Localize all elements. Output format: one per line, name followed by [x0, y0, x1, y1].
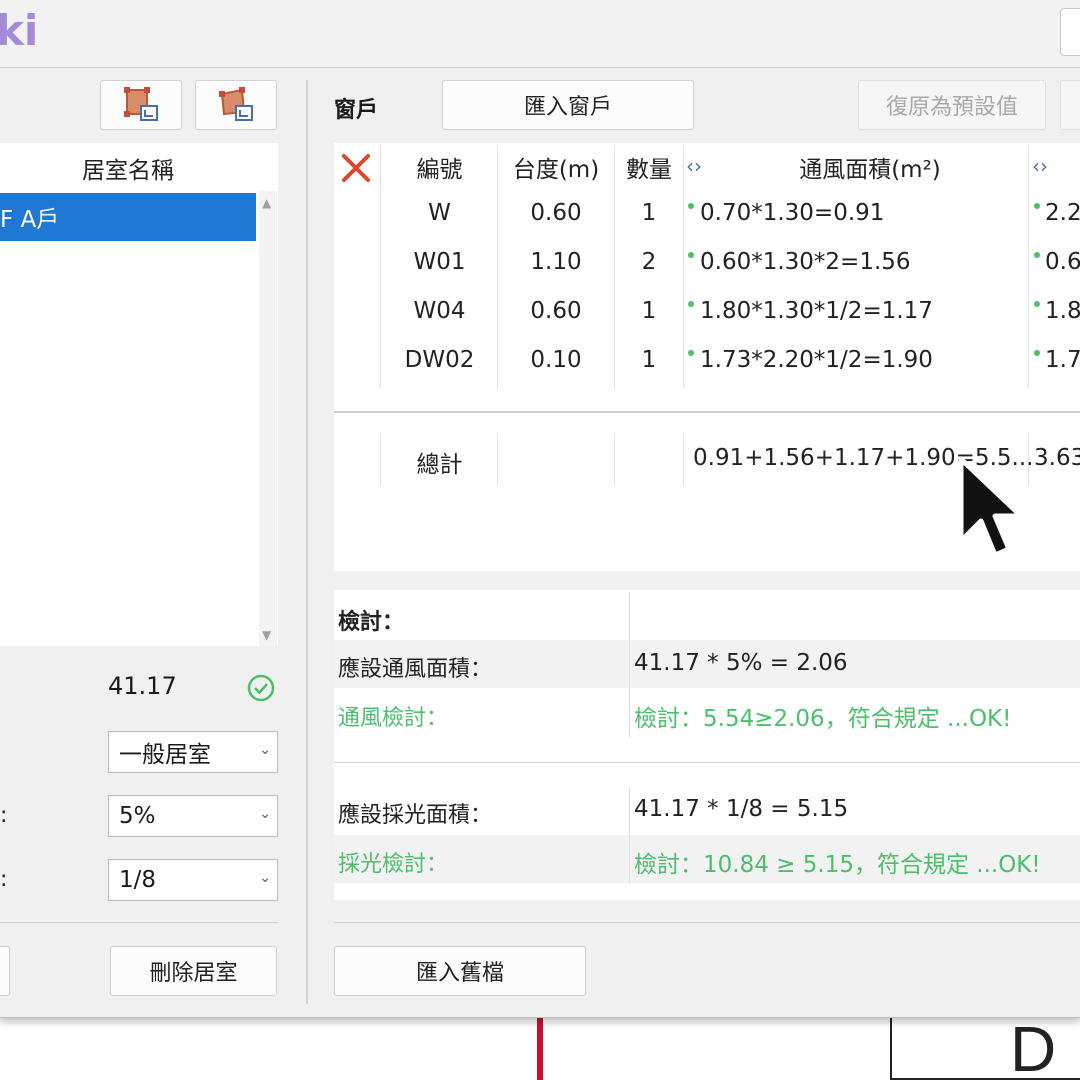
- row-qty: 1: [641, 347, 657, 373]
- review-column-separator: [629, 592, 630, 738]
- import-room-alt-icon: [219, 87, 253, 121]
- edit-marker-icon: [1034, 203, 1040, 209]
- vent-ratio-colon: :: [0, 803, 8, 828]
- app-logo: ki: [0, 6, 39, 55]
- drawing-red-line: [537, 1018, 543, 1080]
- lighting-ratio-select[interactable]: 1/8 ⌄: [108, 859, 278, 901]
- titlebar-button[interactable]: [1060, 8, 1080, 56]
- required-light-value: 41.17 * 1/8 = 5.15: [634, 796, 849, 822]
- total-label: 總計: [416, 452, 463, 478]
- row-sill: 0.60: [530, 200, 582, 226]
- chevron-down-icon: ⌄: [259, 806, 271, 822]
- edit-marker-icon: [688, 203, 694, 209]
- row-vent-formula[interactable]: 1.73*2.20*1/2=1.90: [700, 347, 933, 373]
- column-separator: [683, 433, 684, 485]
- edit-marker-icon: [1034, 301, 1040, 307]
- row-vent-formula[interactable]: 0.70*1.30=0.91: [700, 200, 884, 226]
- edit-marker-icon: [688, 252, 694, 258]
- table-divider: [334, 411, 1080, 413]
- column-separator: [380, 145, 381, 388]
- scroll-down-icon[interactable]: ▼: [262, 628, 271, 642]
- room-list-scrollbar[interactable]: [259, 191, 277, 646]
- ventilation-ratio-value: 5%: [119, 803, 156, 829]
- column-header-quantity[interactable]: 數量: [615, 150, 683, 184]
- review-title: 檢討：: [338, 610, 405, 635]
- room-area-value: 41.17: [108, 672, 177, 700]
- right-divider: [334, 922, 1080, 923]
- row-qty: 1: [641, 298, 657, 324]
- row-next-formula[interactable]: 1.8: [1045, 298, 1080, 324]
- room-type-value: 一般居室: [119, 742, 211, 768]
- review-divider: [334, 762, 1080, 763]
- extra-button[interactable]: [1060, 80, 1080, 130]
- import-room-icon: [124, 87, 158, 121]
- column-separator: [497, 433, 498, 485]
- import-room-button[interactable]: [100, 80, 182, 130]
- row-id: W04: [413, 298, 466, 324]
- edit-marker-icon: [1034, 350, 1040, 356]
- scroll-up-icon[interactable]: ▲: [262, 196, 271, 210]
- column-header-vent-area[interactable]: 通風面積(m²): [720, 150, 1020, 184]
- column-separator: [1028, 145, 1029, 388]
- left-divider: [0, 922, 278, 923]
- vent-check-value: 檢討：5.54≥2.06，符合規定 ...OK!: [634, 706, 1012, 732]
- row-vent-formula[interactable]: 1.80*1.30*1/2=1.17: [700, 298, 933, 324]
- title-bar: ki: [0, 0, 1080, 68]
- column-separator: [683, 145, 684, 388]
- review-column-separator: [629, 788, 630, 884]
- chevron-down-icon: ⌄: [259, 742, 271, 758]
- import-windows-button[interactable]: 匯入窗戶: [442, 80, 694, 130]
- import-old-file-button[interactable]: 匯入舊檔: [334, 946, 586, 996]
- drawing-title-box: D: [890, 1018, 1080, 1080]
- edit-marker-icon: [688, 350, 694, 356]
- import-room-alt-button[interactable]: [195, 80, 277, 130]
- vent-check-label: 通風檢討：: [338, 706, 449, 731]
- mouse-cursor-icon: [958, 456, 1024, 558]
- row-vent-formula[interactable]: 0.60*1.30*2=1.56: [700, 249, 911, 275]
- windows-section-label: 窗戶: [334, 98, 379, 123]
- edit-marker-icon: [688, 301, 694, 307]
- edit-marker-icon: [1034, 252, 1040, 258]
- light-check-value: 檢討：10.84 ≥ 5.15，符合規定 ...OK!: [634, 852, 1041, 878]
- total-next-formula: 3.63: [1034, 445, 1080, 471]
- ventilation-ratio-select[interactable]: 5% ⌄: [108, 795, 278, 837]
- column-resize-icon[interactable]: ‹›: [686, 154, 702, 178]
- add-room-button[interactable]: [0, 946, 10, 996]
- row-next-formula[interactable]: 0.6: [1045, 249, 1080, 275]
- column-resize-icon[interactable]: ‹›: [1032, 154, 1048, 178]
- column-header-sill-height[interactable]: 台度(m): [498, 150, 614, 184]
- row-qty: 2: [641, 249, 657, 275]
- required-vent-value: 41.17 * 5% = 2.06: [634, 650, 848, 676]
- row-sill: 0.60: [530, 298, 582, 324]
- room-list-header: 居室名稱: [82, 158, 174, 184]
- check-circle-icon: [247, 674, 275, 702]
- row-next-formula[interactable]: 2.2: [1045, 200, 1080, 226]
- column-separator: [380, 433, 381, 485]
- row-id: DW02: [404, 347, 475, 373]
- lighting-ratio-value: 1/8: [119, 867, 157, 893]
- light-ratio-colon: :: [0, 867, 8, 892]
- ventilation-lighting-dialog: ki 居室名稱 F A戶 ▲ ▼ 41.17 一般居室 ⌄ : 5% ⌄: 1…: [0, 0, 1080, 1018]
- column-separator: [614, 433, 615, 485]
- chevron-down-icon: ⌄: [259, 870, 271, 886]
- row-qty: 1: [641, 200, 657, 226]
- row-sill: 0.10: [530, 347, 582, 373]
- row-id: W01: [413, 249, 466, 275]
- row-sill: 1.10: [530, 249, 582, 275]
- restore-defaults-button[interactable]: 復原為預設值: [858, 80, 1046, 130]
- required-vent-label: 應設通風面積：: [338, 657, 493, 682]
- room-list-item[interactable]: F A戶: [0, 193, 256, 241]
- room-type-select[interactable]: 一般居室 ⌄: [108, 731, 278, 773]
- row-next-formula[interactable]: 1.7: [1045, 347, 1080, 373]
- light-check-label: 採光檢討：: [338, 852, 449, 877]
- panel-divider: [306, 80, 308, 1004]
- row-id: W: [428, 200, 451, 226]
- delete-room-button[interactable]: 刪除居室: [110, 946, 277, 996]
- column-header-id[interactable]: 編號: [382, 150, 497, 184]
- delete-row-icon[interactable]: [340, 150, 372, 186]
- required-light-label: 應設採光面積：: [338, 803, 493, 828]
